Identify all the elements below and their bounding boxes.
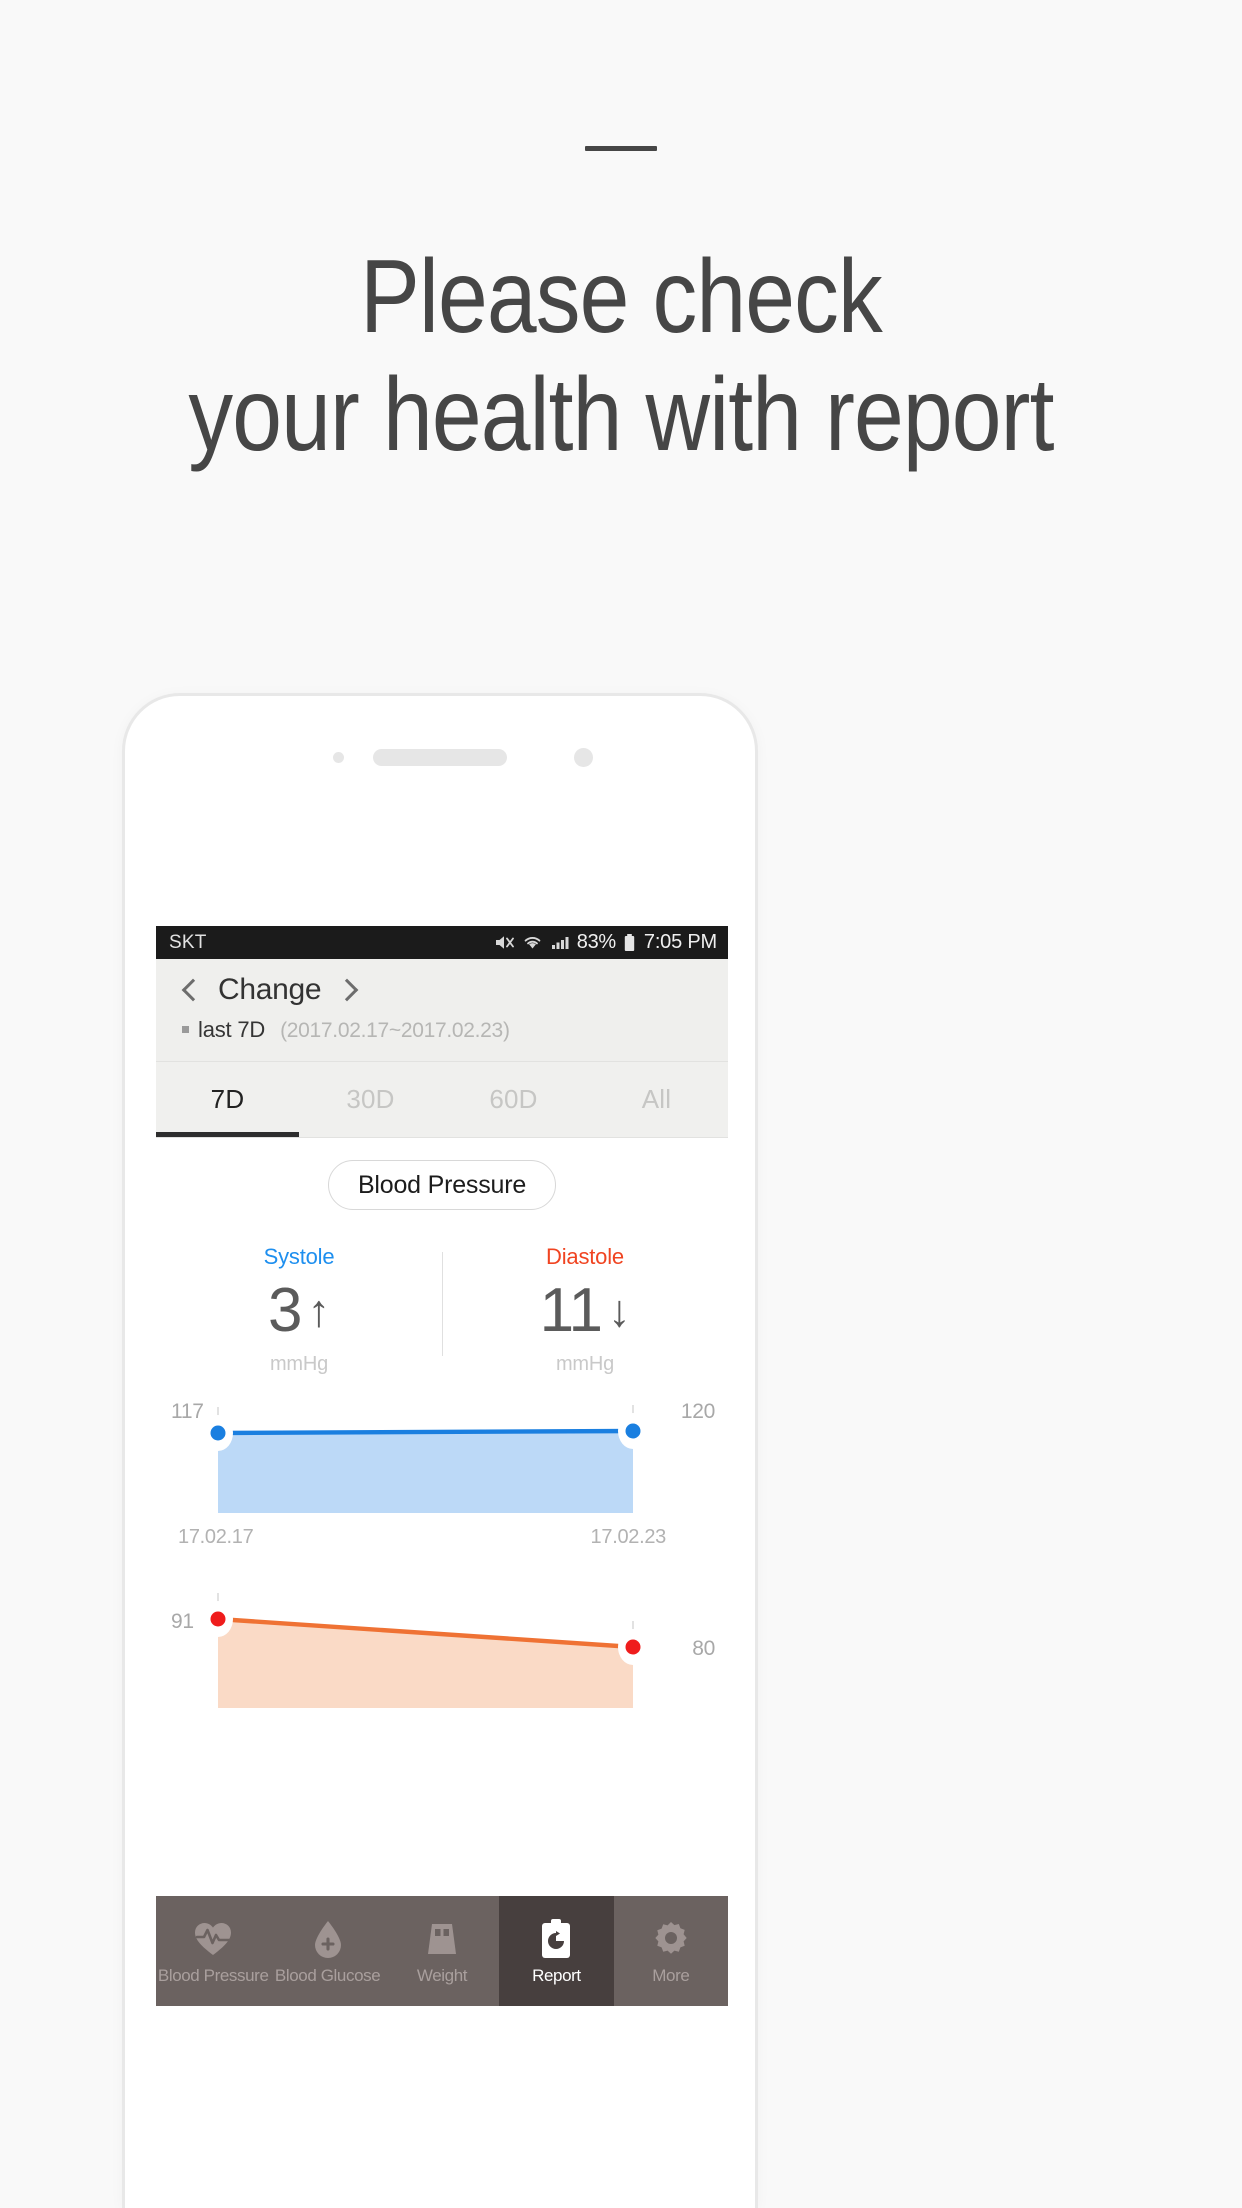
report-header: Change last 7D (2017.02.17~2017.02.23) [156,959,728,1062]
nav-label-report: Report [532,1966,581,1985]
nav-item-report[interactable]: Report [499,1896,614,2006]
systole-start-value: 117 [171,1400,204,1423]
tab-7d-label: 7D [210,1084,245,1114]
tab-30d-label: 30D [346,1084,395,1114]
nav-item-more[interactable]: More [614,1896,728,2006]
diastole-chart-plot [203,1593,648,1708]
battery-icon [623,933,636,953]
clock-label: 7:05 PM [643,931,717,953]
tab-30d[interactable]: 30D [299,1062,442,1137]
stat-summary: Systole 3 ↑ mmHg Diastole 11 ↓ mmHg [156,1244,728,1376]
diastole-chart: 91 80 [156,1588,728,1748]
top-divider-dash [585,146,657,151]
blood-drop-icon [312,1916,344,1962]
change-title: Change [218,973,322,1006]
heart-pulse-icon [193,1916,233,1962]
diastole-start-value: 91 [171,1610,194,1633]
nav-item-weight[interactable]: Weight [385,1896,499,2006]
wifi-icon [522,933,543,952]
bottom-navigation: Blood Pressure Blood Glucose Weight Repo… [156,1896,728,2006]
systole-chart: 117 120 17.02.17 17.02.23 [156,1400,728,1560]
clipboard-icon [539,1916,573,1962]
period-tabs: 7D 30D 60D All [156,1062,728,1138]
carrier-label: SKT [169,931,207,953]
diastole-end-value: 80 [692,1637,715,1660]
systole-end-value: 120 [680,1400,715,1423]
arrow-up-icon: ↑ [307,1285,330,1336]
promo-screen: Please check your health with report SKT [0,0,1242,2208]
nav-label-blood-glucose: Blood Glucose [274,1966,381,1985]
earpiece-speaker [373,749,507,766]
nav-item-blood-pressure[interactable]: Blood Pressure [156,1896,270,2006]
nav-label-weight: Weight [416,1966,468,1985]
tab-60d[interactable]: 60D [442,1062,585,1137]
systole-start-date: 17.02.17 [178,1526,254,1548]
nav-item-blood-glucose[interactable]: Blood Glucose [270,1896,384,2006]
metric-selector-label: Blood Pressure [357,1170,527,1199]
headline-line-1: Please check [360,239,883,355]
chevron-left-icon[interactable] [180,973,202,1007]
stat-systole-unit: mmHg [269,1353,329,1375]
nav-label-blood-pressure: Blood Pressure [157,1966,269,1985]
systole-end-date: 17.02.23 [590,1526,667,1548]
stat-diastole-label: Diastole [546,1244,624,1269]
stat-diastole: Diastole 11 ↓ mmHg [442,1244,728,1376]
systole-chart-plot [203,1405,648,1513]
arrow-down-icon: ↓ [607,1285,631,1336]
stat-systole: Systole 3 ↑ mmHg [156,1244,442,1376]
stat-systole-value: 3 ↑ [156,1278,442,1344]
status-bar: SKT 83% 7:05 PM [156,926,728,959]
page-title: Please check your health with report [87,238,1155,474]
battery-percent-label: 83% [576,931,616,953]
range-period-label: last 7D [198,1017,266,1042]
range-bullet-icon [182,1026,189,1033]
stat-diastole-value: 11 ↓ [442,1278,728,1344]
status-bar-right: 83% 7:05 PM [494,931,717,954]
stat-diastole-number: 11 [539,1276,603,1345]
phone-mockup: SKT 83% 7:05 PM Change last 7D (2017.02.… [122,693,758,2208]
front-camera-icon [574,748,593,767]
gear-icon [651,1916,691,1962]
stat-systole-label: Systole [263,1244,335,1269]
tab-all[interactable]: All [585,1062,728,1137]
scale-icon [424,1916,460,1962]
range-dates-label: (2017.02.17~2017.02.23) [280,1019,510,1042]
stat-diastole-unit: mmHg [555,1353,615,1375]
change-navigation-row: Change [156,973,728,1007]
date-range-row: last 7D (2017.02.17~2017.02.23) [156,1017,728,1043]
stat-systole-number: 3 [268,1276,302,1345]
chevron-right-icon[interactable] [337,973,359,1007]
headline-line-2: your health with report [188,357,1054,473]
metric-selector-button[interactable]: Blood Pressure [328,1160,556,1210]
tab-7d[interactable]: 7D [156,1062,299,1137]
nav-label-more: More [652,1966,690,1985]
proximity-sensor-icon [333,752,344,763]
tab-all-label: All [641,1084,672,1114]
tab-60d-label: 60D [489,1084,538,1114]
report-content: Blood Pressure Systole 3 ↑ mmHg Diastole [156,1138,728,2006]
phone-screen: SKT 83% 7:05 PM Change last 7D (2017.02.… [156,926,728,2208]
mute-icon [494,933,515,952]
signal-icon [550,933,570,952]
